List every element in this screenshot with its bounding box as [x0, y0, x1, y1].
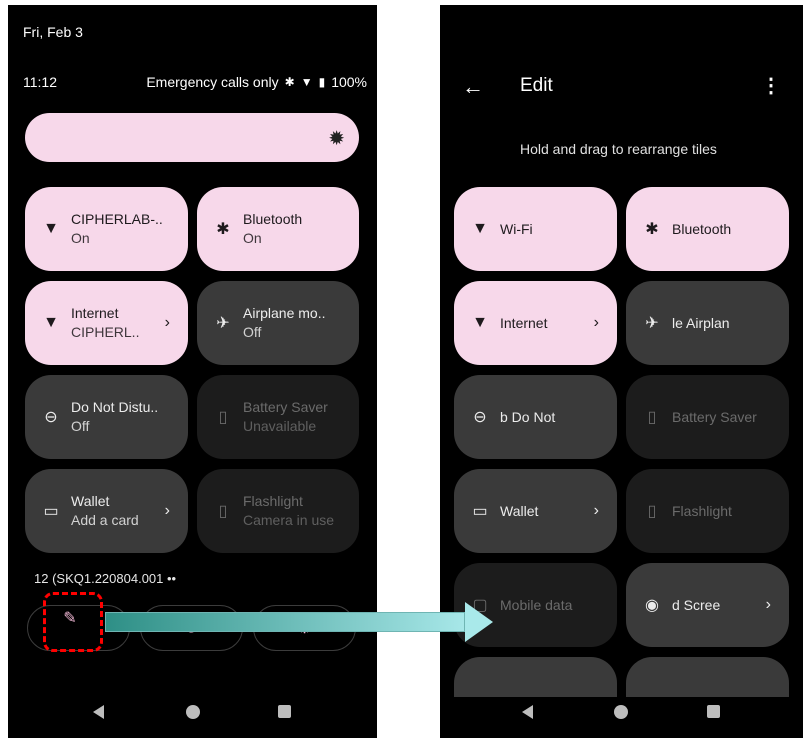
edit-tile-wifi[interactable]: ▼ Wi-Fi — [454, 187, 617, 271]
do-not-disturb-icon: ⊖ — [44, 409, 58, 426]
tile-title: Wallet — [500, 502, 539, 519]
chevron-right-icon: › — [765, 596, 771, 613]
recents-nav-icon[interactable] — [707, 705, 720, 718]
tile-title: Flashlight — [672, 502, 732, 519]
tile-title: Bluetooth — [243, 211, 303, 227]
tile-title: CIPHERLAB-.. — [71, 211, 163, 227]
flashlight-icon: ▯ — [647, 503, 657, 520]
wifi-icon: ▼ — [43, 314, 59, 331]
navigation-bar — [440, 700, 803, 724]
date-label: Fri, Feb 3 — [23, 24, 83, 40]
tile-internet[interactable]: ▼ Internet CIPHERL.. › — [25, 281, 188, 365]
tile-subtitle: Off — [71, 418, 90, 434]
edit-tile-internet[interactable]: ▼ Internet › — [454, 281, 617, 365]
edit-tile-airplane-mode[interactable]: ✈ le Airplan — [626, 281, 789, 365]
tile-wifi[interactable]: ▼ CIPHERLAB-.. On — [25, 187, 188, 271]
bluetooth-icon: ✱ — [216, 221, 230, 238]
edit-tile-partial[interactable] — [626, 657, 789, 697]
edit-tile-wallet[interactable]: ▭ Wallet › — [454, 469, 617, 553]
home-nav-icon[interactable] — [186, 705, 200, 719]
wifi-icon: ▼ — [43, 220, 59, 237]
back-arrow-icon[interactable]: ← — [462, 74, 484, 100]
status-text: Emergency calls only — [146, 74, 279, 90]
tile-title: Bluetooth — [672, 220, 732, 237]
tile-title: Internet — [500, 314, 548, 331]
tile-title: Battery Saver — [672, 408, 757, 425]
back-nav-icon[interactable] — [522, 705, 533, 719]
battery-saver-icon: ▯ — [218, 409, 228, 426]
page-title: Edit — [520, 75, 553, 96]
edit-tile-partial[interactable] — [454, 657, 617, 697]
back-nav-icon[interactable] — [93, 705, 104, 719]
chevron-right-icon: › — [164, 502, 170, 519]
tile-title: Wallet — [71, 493, 110, 509]
tile-subtitle: On — [243, 230, 262, 246]
navigation-bar — [8, 700, 377, 724]
home-nav-icon[interactable] — [614, 705, 628, 719]
more-options-icon[interactable]: ⋮ — [761, 73, 781, 98]
edit-tile-flashlight[interactable]: ▯ Flashlight — [626, 469, 789, 553]
tile-title: Battery Saver — [243, 399, 328, 415]
tile-airplane-mode[interactable]: ✈ Airplane mo.. Off — [197, 281, 359, 365]
tile-do-not-disturb[interactable]: ⊖ Do Not Distu.. Off — [25, 375, 188, 459]
instruction-text: Hold and drag to rearrange tiles — [520, 141, 717, 157]
tile-title: b Do Not — [500, 408, 556, 425]
chevron-right-icon: › — [593, 502, 599, 519]
tile-title: Do Not Distu.. — [71, 399, 159, 415]
tile-bluetooth[interactable]: ✱ Bluetooth On — [197, 187, 359, 271]
tile-subtitle: Add a card — [71, 512, 139, 528]
tile-subtitle: Camera in use — [243, 512, 335, 528]
tile-title: le Airplan — [672, 314, 730, 331]
tile-title: Internet — [71, 305, 119, 321]
wifi-icon: ▼ — [472, 220, 488, 237]
tile-subtitle: Unavailable — [243, 418, 317, 434]
tile-wallet[interactable]: ▭ Wallet Add a card › — [25, 469, 188, 553]
brightness-slider[interactable]: ✹ — [25, 113, 359, 162]
tile-title: Flashlight — [243, 493, 303, 509]
tile-flashlight[interactable]: ▯ Flashlight Camera in use — [197, 469, 359, 553]
tile-title: Mobile data — [500, 596, 573, 613]
tile-title: Wi-Fi — [500, 220, 533, 237]
pencil-edit-icon[interactable]: ✎ — [58, 607, 82, 631]
tile-subtitle: CIPHERL.. — [71, 324, 140, 340]
tile-subtitle: On — [71, 230, 90, 246]
edit-tile-screen-record[interactable]: ◉ d Scree › — [626, 563, 789, 647]
chevron-right-icon: › — [164, 314, 170, 331]
screen-record-icon: ◉ — [645, 597, 659, 614]
tile-title: Airplane mo.. — [243, 305, 326, 321]
do-not-disturb-icon: ⊖ — [473, 409, 487, 426]
tile-battery-saver[interactable]: ▯ Battery Saver Unavailable — [197, 375, 359, 459]
battery-icon: ▮ — [318, 75, 326, 89]
annotation-arrow-head — [465, 602, 493, 642]
edit-tile-battery-saver[interactable]: ▯ Battery Saver — [626, 375, 789, 459]
bluetooth-icon: ✱ — [645, 221, 659, 238]
tile-title: d Scree — [672, 596, 721, 613]
status-bar: Emergency calls only ✱ ▼ ▮ 100% — [146, 74, 367, 90]
wallet-icon: ▭ — [472, 503, 488, 520]
wifi-icon: ▼ — [300, 75, 313, 89]
wifi-icon: ▼ — [472, 314, 488, 331]
battery-saver-icon: ▯ — [647, 409, 657, 426]
brightness-icon: ✹ — [328, 128, 345, 150]
tile-subtitle: Off — [243, 324, 262, 340]
clock: 11:12 — [23, 74, 57, 90]
airplane-icon: ✈ — [645, 315, 659, 332]
annotation-arrow — [105, 612, 465, 632]
bluetooth-icon: ✱ — [284, 75, 295, 89]
edit-tile-do-not-disturb[interactable]: ⊖ b Do Not — [454, 375, 617, 459]
wallet-icon: ▭ — [43, 503, 59, 520]
battery-level: 100% — [331, 74, 367, 90]
edit-tiles-screen: ← Edit ⋮ Hold and drag to rearrange tile… — [440, 5, 803, 738]
recents-nav-icon[interactable] — [278, 705, 291, 718]
edit-tile-bluetooth[interactable]: ✱ Bluetooth — [626, 187, 789, 271]
flashlight-icon: ▯ — [218, 503, 228, 520]
airplane-icon: ✈ — [216, 315, 230, 332]
chevron-right-icon: › — [593, 314, 599, 331]
build-number: 12 (SKQ1.220804.001 •• — [34, 571, 177, 586]
